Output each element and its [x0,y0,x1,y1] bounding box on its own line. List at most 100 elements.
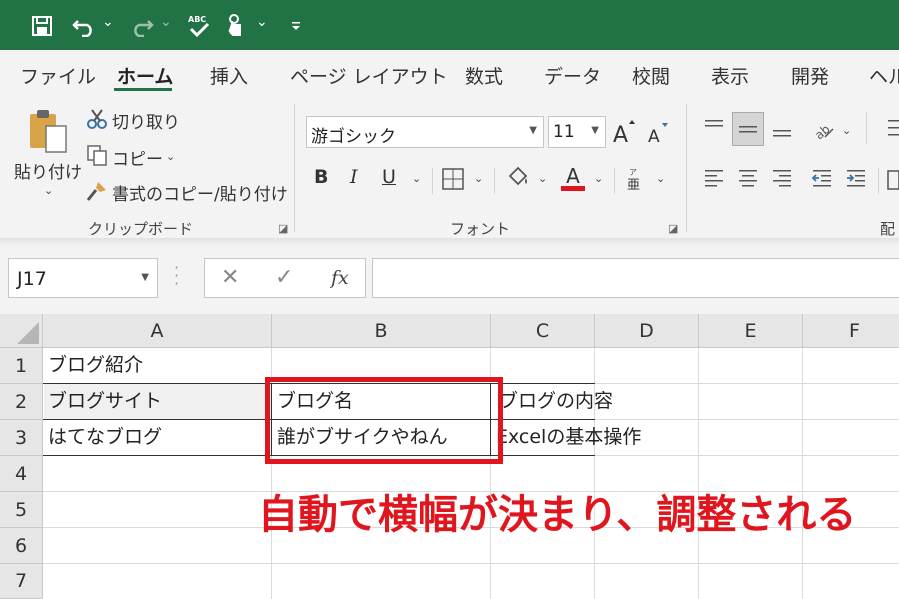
customize-icon[interactable] [286,12,306,40]
formula-input[interactable] [372,258,899,298]
cancel-icon[interactable]: ✕ [221,265,239,290]
scissors-icon[interactable] [86,108,108,130]
phonetic-dropdown-icon[interactable]: ⌄ [656,172,665,185]
tab-insert[interactable]: 挿入 [210,62,248,89]
tab-view[interactable]: 表示 [711,62,749,89]
select-all-button[interactable] [0,314,43,348]
undo-dropdown-icon[interactable]: ⌄ [102,14,114,30]
cut-button[interactable]: 切り取り [112,108,180,133]
font-group-label: フォント [450,220,511,238]
align-center-icon[interactable] [736,166,760,190]
highlight-box [265,377,503,464]
merge-center-icon[interactable] [886,168,899,192]
cell-a3[interactable]: はてなブログ [48,420,162,454]
borders-dropdown-icon[interactable]: ⌄ [474,172,483,185]
underline-button[interactable]: U [382,166,396,188]
column-header-f[interactable]: F [803,314,899,348]
bold-button[interactable]: B [314,166,328,188]
cell-c3[interactable]: Excelの基本操作 [496,420,641,454]
font-color-bar [561,186,585,191]
ribbon-shadow [0,238,899,246]
phonetic-guide-icon[interactable]: ア亜 [624,166,646,192]
gridline [43,563,899,564]
format-painter-icon[interactable] [86,180,108,202]
svg-text:A: A [648,127,660,146]
grow-font-icon[interactable]: A [612,118,636,146]
fill-color-icon[interactable] [506,166,530,190]
align-middle-icon[interactable] [732,112,764,146]
font-launcher-icon[interactable]: ◪ [668,222,678,235]
tab-formulas[interactable]: 数式 [465,62,503,89]
paste-icon[interactable] [26,106,70,154]
row-header-3[interactable]: 3 [0,420,43,456]
touch-mode-icon[interactable] [222,12,250,40]
increase-indent-icon[interactable] [844,166,868,190]
decrease-indent-icon[interactable] [810,166,834,190]
tab-file[interactable]: ファイル [20,62,96,89]
align-bottom-icon[interactable] [770,116,794,140]
font-color-dropdown-icon[interactable]: ⌄ [594,172,603,185]
row-header-4[interactable]: 4 [0,456,43,492]
chevron-down-icon: ▼ [141,272,149,283]
insert-function-icon[interactable]: fx [331,267,349,289]
italic-button[interactable]: I [350,166,358,188]
touch-dropdown-icon[interactable]: ⌄ [256,14,268,30]
paste-button[interactable]: 貼り付け [14,158,82,183]
column-header-b[interactable]: B [272,314,491,348]
tab-data[interactable]: データ [544,62,601,89]
cell-a2[interactable]: ブログサイト [48,384,162,418]
shrink-font-icon[interactable]: A [646,120,670,146]
tab-review[interactable]: 校閲 [632,62,670,89]
fill-color-dropdown-icon[interactable]: ⌄ [538,172,547,185]
align-right-icon[interactable] [770,166,794,190]
divider [494,168,495,194]
redo-icon[interactable] [128,12,156,40]
name-box[interactable]: J17 ▼ [8,258,158,298]
drag-handle-icon[interactable]: · · · [174,260,179,292]
save-icon[interactable] [28,12,56,40]
row-header-7[interactable]: 7 [0,564,43,599]
redo-dropdown-icon[interactable]: ⌄ [160,14,172,30]
font-color-icon[interactable]: A [560,164,586,194]
row-header-1[interactable]: 1 [0,348,43,384]
font-size-value: 11 [553,122,575,142]
font-name-combo[interactable]: 游ゴシック ▼ [306,116,544,148]
alignment-group-label: 配 [880,220,896,238]
copy-icon[interactable] [86,144,108,166]
column-header-c[interactable]: C [491,314,595,348]
divider [878,168,879,194]
cell-c2[interactable]: ブログの内容 [499,384,613,418]
align-top-icon[interactable] [702,116,726,140]
svg-text:ABC: ABC [188,15,206,24]
font-name-value: 游ゴシック [311,127,396,147]
font-size-combo[interactable]: 11 ▼ [548,116,606,148]
column-header-e[interactable]: E [699,314,803,348]
spelling-icon[interactable]: ABC [184,12,214,40]
cell-a1[interactable]: ブログ紹介 [48,348,143,382]
column-header-d[interactable]: D [595,314,699,348]
row-header-5[interactable]: 5 [0,492,43,528]
copy-dropdown-icon[interactable]: ⌄ [166,150,175,163]
paste-dropdown-icon[interactable]: ⌄ [44,184,53,197]
tab-page-layout[interactable]: ページ レイアウト [290,62,448,89]
orientation-dropdown-icon[interactable]: ⌄ [842,124,851,137]
column-header-a[interactable]: A [43,314,272,348]
gridline [698,348,699,599]
borders-icon[interactable] [442,168,464,190]
format-painter-button[interactable]: 書式のコピー/貼り付け [112,180,288,205]
tab-home[interactable]: ホーム [117,62,173,89]
tab-help[interactable]: ヘル [869,62,899,89]
row-header-2[interactable]: 2 [0,384,43,420]
tab-developer[interactable]: 開発 [791,62,829,89]
copy-button[interactable]: コピー [112,145,163,170]
wrap-text-icon[interactable] [886,116,899,140]
align-left-icon[interactable] [702,166,726,190]
enter-icon[interactable]: ✓ [275,265,293,290]
undo-icon[interactable] [70,12,98,40]
underline-dropdown-icon[interactable]: ⌄ [412,172,421,185]
clipboard-launcher-icon[interactable]: ◪ [278,222,288,235]
row-header-6[interactable]: 6 [0,528,43,564]
svg-text:亜: 亜 [627,178,640,192]
orientation-icon[interactable]: ab [810,116,836,142]
spreadsheet-grid: A B C D E F 1 2 3 4 5 6 7 ブログ紹介 ブログサイト ブ… [0,314,899,599]
